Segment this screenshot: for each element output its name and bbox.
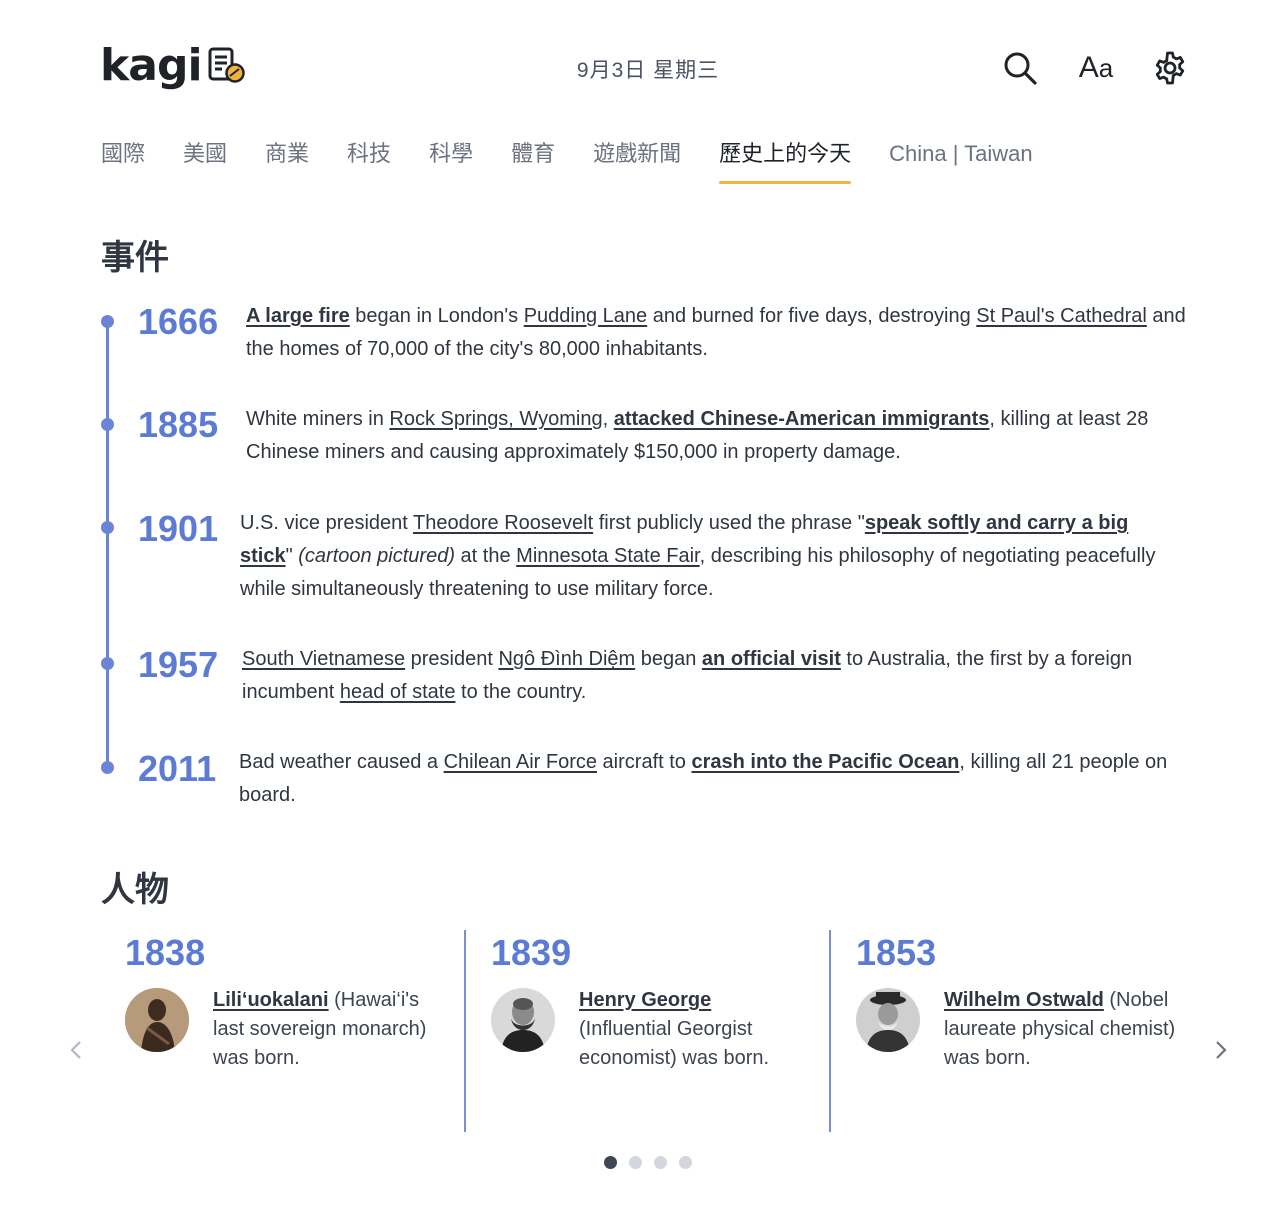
event-year: 2011	[138, 748, 217, 789]
person-link-liliuokalani[interactable]: Lili‘uokalani	[213, 989, 329, 1011]
carousel-next-button[interactable]	[1209, 1034, 1233, 1066]
person-text: Henry George (Influential Georgist econo…	[579, 989, 770, 1069]
carousel-dot-4[interactable]	[679, 1156, 692, 1169]
search-icon	[1004, 52, 1037, 85]
event-text: South Vietnamese president Ngô Đình Diệm…	[242, 643, 1187, 709]
event-text-segment: and burned for five days, destroying	[647, 305, 977, 327]
event-text: White miners in Rock Springs, Wyoming, a…	[246, 403, 1198, 469]
event-link[interactable]: Chilean Air Force	[444, 751, 597, 773]
timeline-dot	[101, 521, 114, 534]
tab-science[interactable]: 科學	[429, 138, 473, 186]
gear-icon	[1155, 51, 1185, 85]
font-size-icon: Aa	[1078, 51, 1114, 84]
timeline-dot	[101, 315, 114, 328]
font-size-button[interactable]: Aa	[1076, 48, 1116, 88]
tab-sports[interactable]: 體育	[511, 138, 555, 186]
tab-china-taiwan[interactable]: China | Taiwan	[889, 138, 1033, 186]
carousel-prev-button[interactable]	[64, 1034, 88, 1066]
category-tabs: 國際 美國 商業 科技 科學 體育 遊戲新聞 歷史上的今天 China | Ta…	[101, 138, 1071, 186]
person-text: Wilhelm Ostwald (Nobel laureate physical…	[944, 989, 1176, 1069]
event-link[interactable]: Ngô Đình Diệm	[498, 648, 635, 670]
person-year: 1838	[125, 932, 206, 973]
event-link[interactable]: A large fire	[246, 305, 350, 327]
avatar[interactable]	[125, 988, 189, 1052]
tab-gaming-news[interactable]: 遊戲新聞	[593, 138, 681, 186]
person-card: 1839 Henry George (Influential Georgist …	[464, 930, 829, 1132]
person-link-wilhelm-ostwald[interactable]: Wilhelm Ostwald	[944, 989, 1104, 1011]
person-link-henry-george[interactable]: Henry George	[579, 989, 711, 1011]
event-text: A large fire began in London's Pudding L…	[246, 300, 1196, 366]
event-link[interactable]: Minnesota State Fair	[516, 545, 699, 567]
search-button[interactable]	[1000, 48, 1040, 88]
event-text-segment: ,	[602, 408, 614, 430]
tab-technology[interactable]: 科技	[347, 138, 391, 186]
event-text-segment: "	[285, 545, 299, 567]
event-text-segment: began	[635, 648, 702, 670]
tab-international[interactable]: 國際	[101, 138, 145, 186]
settings-button[interactable]	[1150, 48, 1190, 88]
event-text-segment: first publicly used the phrase "	[593, 512, 865, 534]
event-text-segment: aircraft to	[597, 751, 692, 773]
event-year: 1957	[138, 644, 219, 685]
person-card: 1838 Lili‘uokalani (Hawai‘i's last sover…	[100, 930, 465, 1132]
header: kagi 9月3日 星期三 Aa	[0, 0, 1280, 120]
person-text: Lili‘uokalani (Hawai‘i's last sovereign …	[213, 989, 427, 1069]
people-section-title: 人物	[101, 871, 169, 909]
event-text-segment: at the	[455, 545, 517, 567]
tab-usa[interactable]: 美國	[183, 138, 227, 186]
chevron-left-icon	[70, 1041, 81, 1059]
tab-today-in-history[interactable]: 歷史上的今天	[719, 138, 852, 186]
chevron-right-icon	[1216, 1041, 1227, 1059]
event-year: 1901	[138, 508, 219, 549]
event-link[interactable]: Pudding Lane	[524, 305, 647, 327]
event-text: U.S. vice president Theodore Roosevelt f…	[240, 507, 1185, 606]
tab-business[interactable]: 商業	[265, 138, 309, 186]
person-card: 1853 Wilhelm Ostwald (Nobel laureate phy…	[829, 930, 1194, 1132]
event-text-italic: (cartoon pictured)	[298, 545, 455, 567]
event-year: 1666	[138, 301, 219, 342]
event-text-segment: Bad weather caused a	[239, 751, 444, 773]
carousel-dot-1[interactable]	[604, 1156, 617, 1169]
event-text: Bad weather caused a Chilean Air Force a…	[239, 746, 1184, 812]
avatar[interactable]	[856, 988, 920, 1052]
person-year: 1839	[491, 932, 572, 973]
event-text-segment: began in London's	[349, 305, 524, 327]
event-link[interactable]: St Paul's Cathedral	[976, 305, 1147, 327]
avatar[interactable]	[491, 988, 555, 1052]
carousel-dot-3[interactable]	[654, 1156, 667, 1169]
timeline-dot	[101, 418, 114, 431]
event-link[interactable]: crash into the Pacific Ocean	[691, 751, 959, 773]
event-link[interactable]: South Vietnamese	[242, 648, 405, 670]
event-text-segment: White miners in	[246, 408, 390, 430]
event-link[interactable]: Theodore Roosevelt	[413, 512, 593, 534]
event-year: 1885	[138, 404, 219, 445]
timeline-line	[106, 322, 109, 768]
timeline-dot	[101, 657, 114, 670]
timeline-dot	[101, 761, 114, 774]
event-text-segment: U.S. vice president	[240, 512, 414, 534]
event-text-segment: president	[405, 648, 499, 670]
carousel-pagination	[604, 1156, 704, 1169]
people-carousel: 1838 Lili‘uokalani (Hawai‘i's last sover…	[100, 930, 1196, 1132]
event-link[interactable]: attacked Chinese-American immigrants	[614, 408, 990, 430]
event-link[interactable]: head of state	[340, 681, 456, 703]
event-link[interactable]: Rock Springs, Wyoming	[389, 408, 602, 430]
carousel-dot-2[interactable]	[629, 1156, 642, 1169]
events-section-title: 事件	[101, 239, 169, 277]
event-text-segment: to the country.	[455, 681, 587, 703]
person-year: 1853	[856, 932, 937, 973]
event-link[interactable]: an official visit	[702, 648, 841, 670]
